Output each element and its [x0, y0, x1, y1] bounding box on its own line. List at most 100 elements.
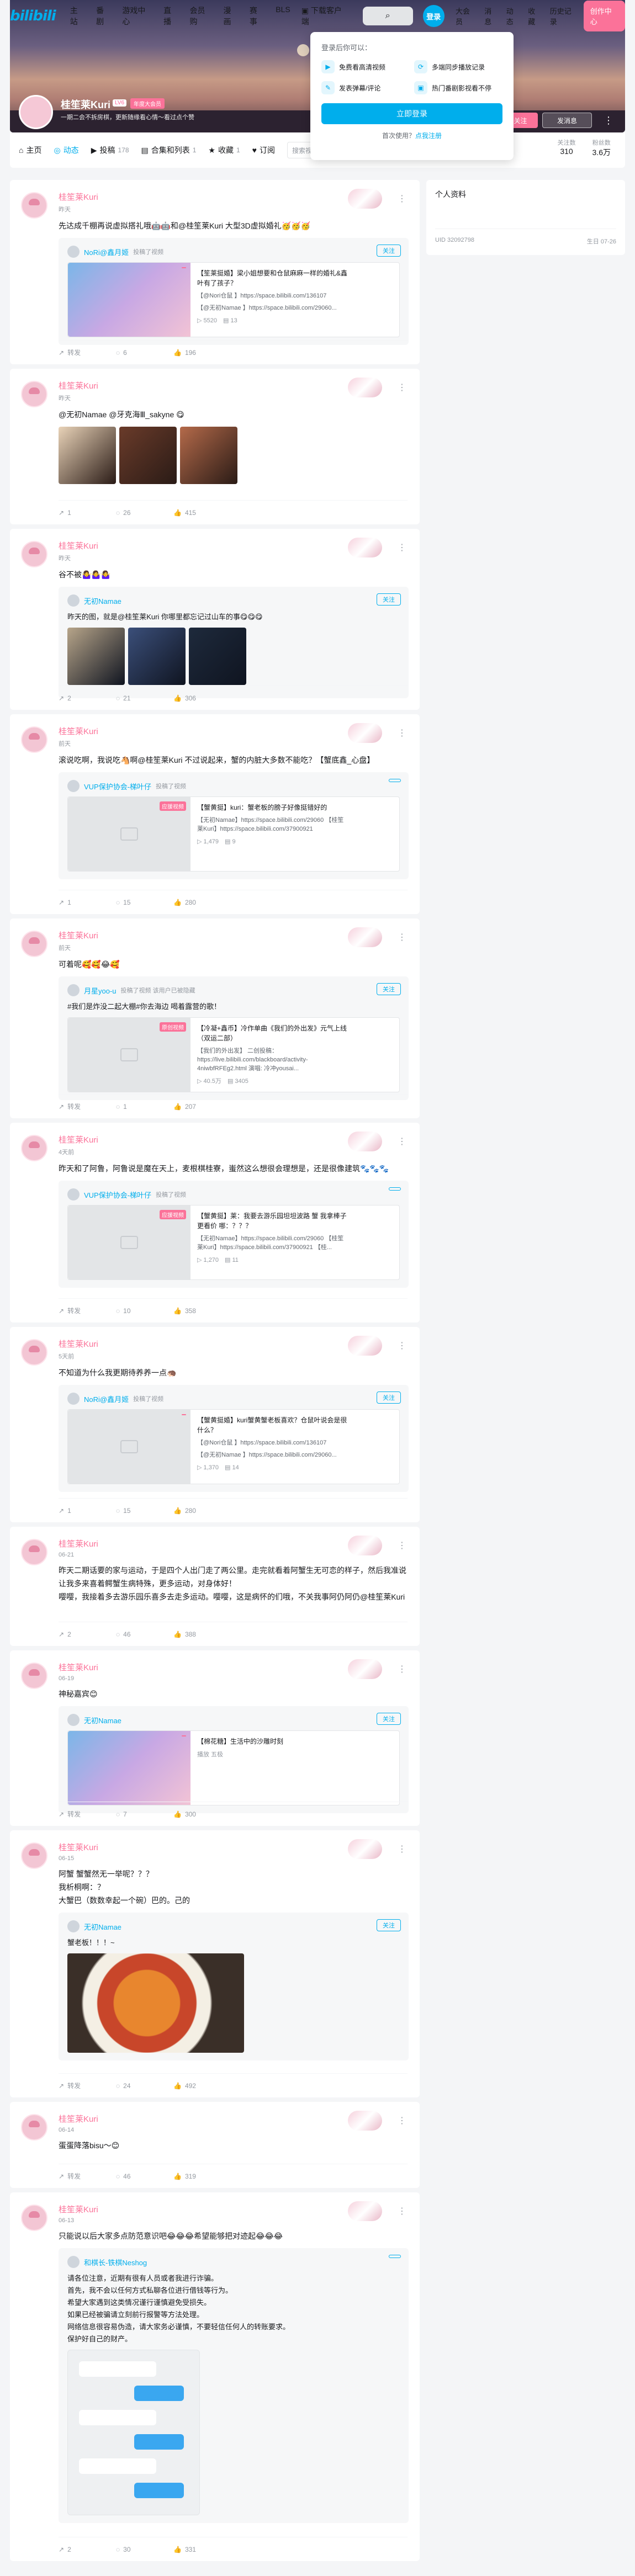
forwarded-post[interactable]: 无初Namae 关注 蟹老板！！！~ — [59, 1913, 409, 2060]
forwarded-author[interactable]: 月星yoo-u — [84, 985, 117, 996]
comment-action[interactable]: ◌ 46 — [116, 1630, 173, 1638]
vip-badge[interactable]: 年度大会员 — [130, 98, 165, 109]
like-action[interactable]: 👍 306 — [173, 694, 231, 702]
follow-button[interactable]: 关注 — [377, 1391, 401, 1404]
post-image[interactable] — [119, 427, 177, 484]
video-thumbnail[interactable]: 原创视频 — [68, 1018, 190, 1092]
like-action[interactable]: 👍 415 — [173, 509, 231, 517]
video-thumbnail[interactable]: 应援视频 — [68, 1205, 190, 1279]
follow-button[interactable]: 关注 — [377, 1919, 401, 1931]
forward-action[interactable]: ↗ 转发 — [59, 2171, 116, 2181]
forwarded-avatar[interactable] — [67, 1188, 80, 1201]
nav-game-center[interactable]: 游戏中心 — [122, 5, 152, 27]
forwarded-author[interactable]: 无初Namae — [84, 1921, 121, 1932]
post-avatar[interactable] — [21, 931, 47, 957]
video-title[interactable]: 【蟹黄挺】莱：我要去游乐园坦坦波路 蟹 我拿棒子更看价 哪：？？？ — [197, 1211, 350, 1231]
nav-dynamics[interactable]: 动态 — [506, 6, 521, 26]
forwarded-post[interactable]: 月星yoo-u 投稿了视频 该用户已被隐藏 关注 #我们是炸没二起大棚#你去海边 喝着… — [59, 976, 409, 1100]
forward-action[interactable]: ↗ 转发 — [59, 1102, 116, 1111]
forwarded-avatar[interactable] — [67, 594, 80, 607]
video-card[interactable]: 原创视频 【冷凝+鑫币】冷作单曲《我们的外出发》元气上线（双运二部） 【我们的外出发… — [67, 1017, 400, 1092]
post-avatar[interactable] — [21, 2205, 47, 2231]
post-avatar[interactable] — [21, 381, 47, 407]
post-avatar[interactable] — [21, 1663, 47, 1689]
forwarded-avatar[interactable] — [67, 1393, 80, 1405]
nav-vip[interactable]: 大会员 — [456, 6, 477, 26]
post-image[interactable] — [180, 427, 237, 484]
follow-button[interactable]: 关注 — [377, 1713, 401, 1725]
search-button[interactable]: ⌕ — [362, 7, 413, 25]
more-options-icon[interactable]: ⋮ — [398, 727, 406, 739]
video-thumbnail[interactable] — [68, 1410, 190, 1484]
post-avatar[interactable] — [21, 541, 47, 567]
following-stat[interactable]: 关注数 310 — [558, 138, 576, 158]
more-options-icon[interactable]: ⋮ — [398, 193, 406, 204]
post-image[interactable] — [59, 427, 116, 484]
bilibili-logo[interactable]: bilibili — [10, 8, 56, 24]
comment-action[interactable]: ◌ 24 — [116, 2082, 173, 2090]
tab-favorites[interactable]: ★ 收藏 1 — [208, 145, 240, 156]
forward-action[interactable]: ↗ 2 — [59, 694, 116, 702]
forwarded-post[interactable]: VUP保护协会-梯叶仔 投稿了视频 应援视频 【蟹黄挺】kuri：蟹老板的膀子好像挺错… — [59, 772, 409, 879]
forwarded-post[interactable]: VUP保护协会-梯叶仔 投稿了视频 应援视频 【蟹黄挺】莱：我要去游乐园坦坦波路 蟹 … — [59, 1181, 409, 1288]
nav-favorites[interactable]: 收藏 — [528, 6, 542, 26]
more-options-icon[interactable]: ⋮ — [398, 382, 406, 393]
forward-action[interactable]: ↗ 2 — [59, 1630, 116, 1638]
follow-button[interactable] — [389, 1187, 401, 1191]
video-thumbnail[interactable] — [68, 263, 190, 337]
video-title[interactable]: 【笙莱挺婚】梁小姐想要和仓鼠麻麻一样的婚礼&鑫叶有了孩子？ — [197, 268, 350, 288]
post-avatar[interactable] — [21, 192, 47, 219]
video-card[interactable]: 应援视频 【蟹黄挺】kuri：蟹老板的膀子好像挺错好的 【无初Namae】https… — [67, 796, 400, 872]
tab-home[interactable]: ⌂ 主页 — [19, 145, 41, 156]
follow-button[interactable]: 关注 — [377, 593, 401, 606]
tab-subscriptions[interactable]: ♥ 订阅 — [252, 145, 275, 156]
like-action[interactable]: 👍 492 — [173, 2082, 231, 2090]
post-avatar[interactable] — [21, 726, 47, 753]
nav-home[interactable]: 主站 — [70, 5, 85, 27]
post-avatar[interactable] — [21, 1539, 47, 1565]
nav-live[interactable]: 直播 — [163, 5, 178, 27]
more-options-icon[interactable]: ⋮ — [603, 113, 614, 128]
popup-login-button[interactable]: 立即登录 — [321, 103, 502, 124]
video-title[interactable]: 【棉花糖】生活中的沙雕时刻 — [197, 1736, 350, 1746]
nav-history[interactable]: 历史记录 — [550, 6, 578, 26]
post-image[interactable] — [189, 628, 246, 685]
more-options-icon[interactable]: ⋮ — [398, 1540, 406, 1551]
more-options-icon[interactable]: ⋮ — [398, 1340, 406, 1351]
video-thumbnail[interactable] — [68, 1731, 190, 1805]
forwarded-avatar[interactable] — [67, 984, 80, 996]
more-options-icon[interactable]: ⋮ — [398, 932, 406, 943]
video-thumbnail[interactable]: 应援视频 — [68, 797, 190, 871]
nav-bls[interactable]: BLS — [276, 5, 290, 27]
forward-action[interactable]: ↗ 1 — [59, 899, 116, 906]
nav-shop[interactable]: 会员购 — [190, 5, 213, 27]
post-image[interactable] — [128, 628, 186, 685]
video-card[interactable]: 【棉花糖】生活中的沙雕时刻 播放 五极 — [67, 1730, 400, 1805]
forwarded-author[interactable]: 无初Namae — [84, 1715, 121, 1725]
forwarded-post[interactable]: 和棋长-铁棋Neshog 请各位注意，近期有很有人员或者我进行诈骗。 首先，我不会… — [59, 2248, 409, 2523]
forwarded-post[interactable]: NoRi@鑫月姬 投稿了视频 关注 【笙莱挺婚】梁小姐想要和仓鼠麻麻一样的婚礼&鑫叶有… — [59, 238, 409, 345]
follow-button[interactable] — [389, 2255, 401, 2258]
forwarded-avatar[interactable] — [67, 246, 80, 258]
comment-action[interactable]: ◌ 10 — [116, 1307, 173, 1315]
nav-esports[interactable]: 赛事 — [250, 5, 264, 27]
more-options-icon[interactable]: ⋮ — [398, 1664, 406, 1675]
profile-avatar[interactable] — [19, 95, 53, 129]
like-action[interactable]: 👍 331 — [173, 2546, 231, 2553]
more-options-icon[interactable]: ⋮ — [398, 1844, 406, 1855]
nav-messages[interactable]: 消息 — [484, 6, 499, 26]
like-action[interactable]: 👍 300 — [173, 1810, 231, 1818]
nav-anime[interactable]: 番剧 — [96, 5, 111, 27]
nav-download[interactable]: ▣ 下载客户端 — [301, 5, 348, 27]
follow-button[interactable]: 关注 — [377, 245, 401, 257]
login-avatar-button[interactable]: 登录 — [422, 5, 444, 27]
comment-action[interactable]: ◌ 30 — [116, 2546, 173, 2553]
video-card[interactable]: 应援视频 【蟹黄挺】莱：我要去游乐园坦坦波路 蟹 我拿棒子更看价 哪：？？？ 【无初… — [67, 1205, 400, 1280]
like-action[interactable]: 👍 196 — [173, 349, 231, 357]
post-avatar[interactable] — [21, 2114, 47, 2141]
forwarded-author[interactable]: 和棋长-铁棋Neshog — [84, 2257, 147, 2267]
video-title[interactable]: 【冷凝+鑫币】冷作单曲《我们的外出发》元气上线（双运二部） — [197, 1023, 350, 1043]
comment-action[interactable]: ◌ 15 — [116, 1507, 173, 1515]
forward-action[interactable]: ↗ 1 — [59, 509, 116, 517]
post-avatar[interactable] — [21, 1339, 47, 1366]
